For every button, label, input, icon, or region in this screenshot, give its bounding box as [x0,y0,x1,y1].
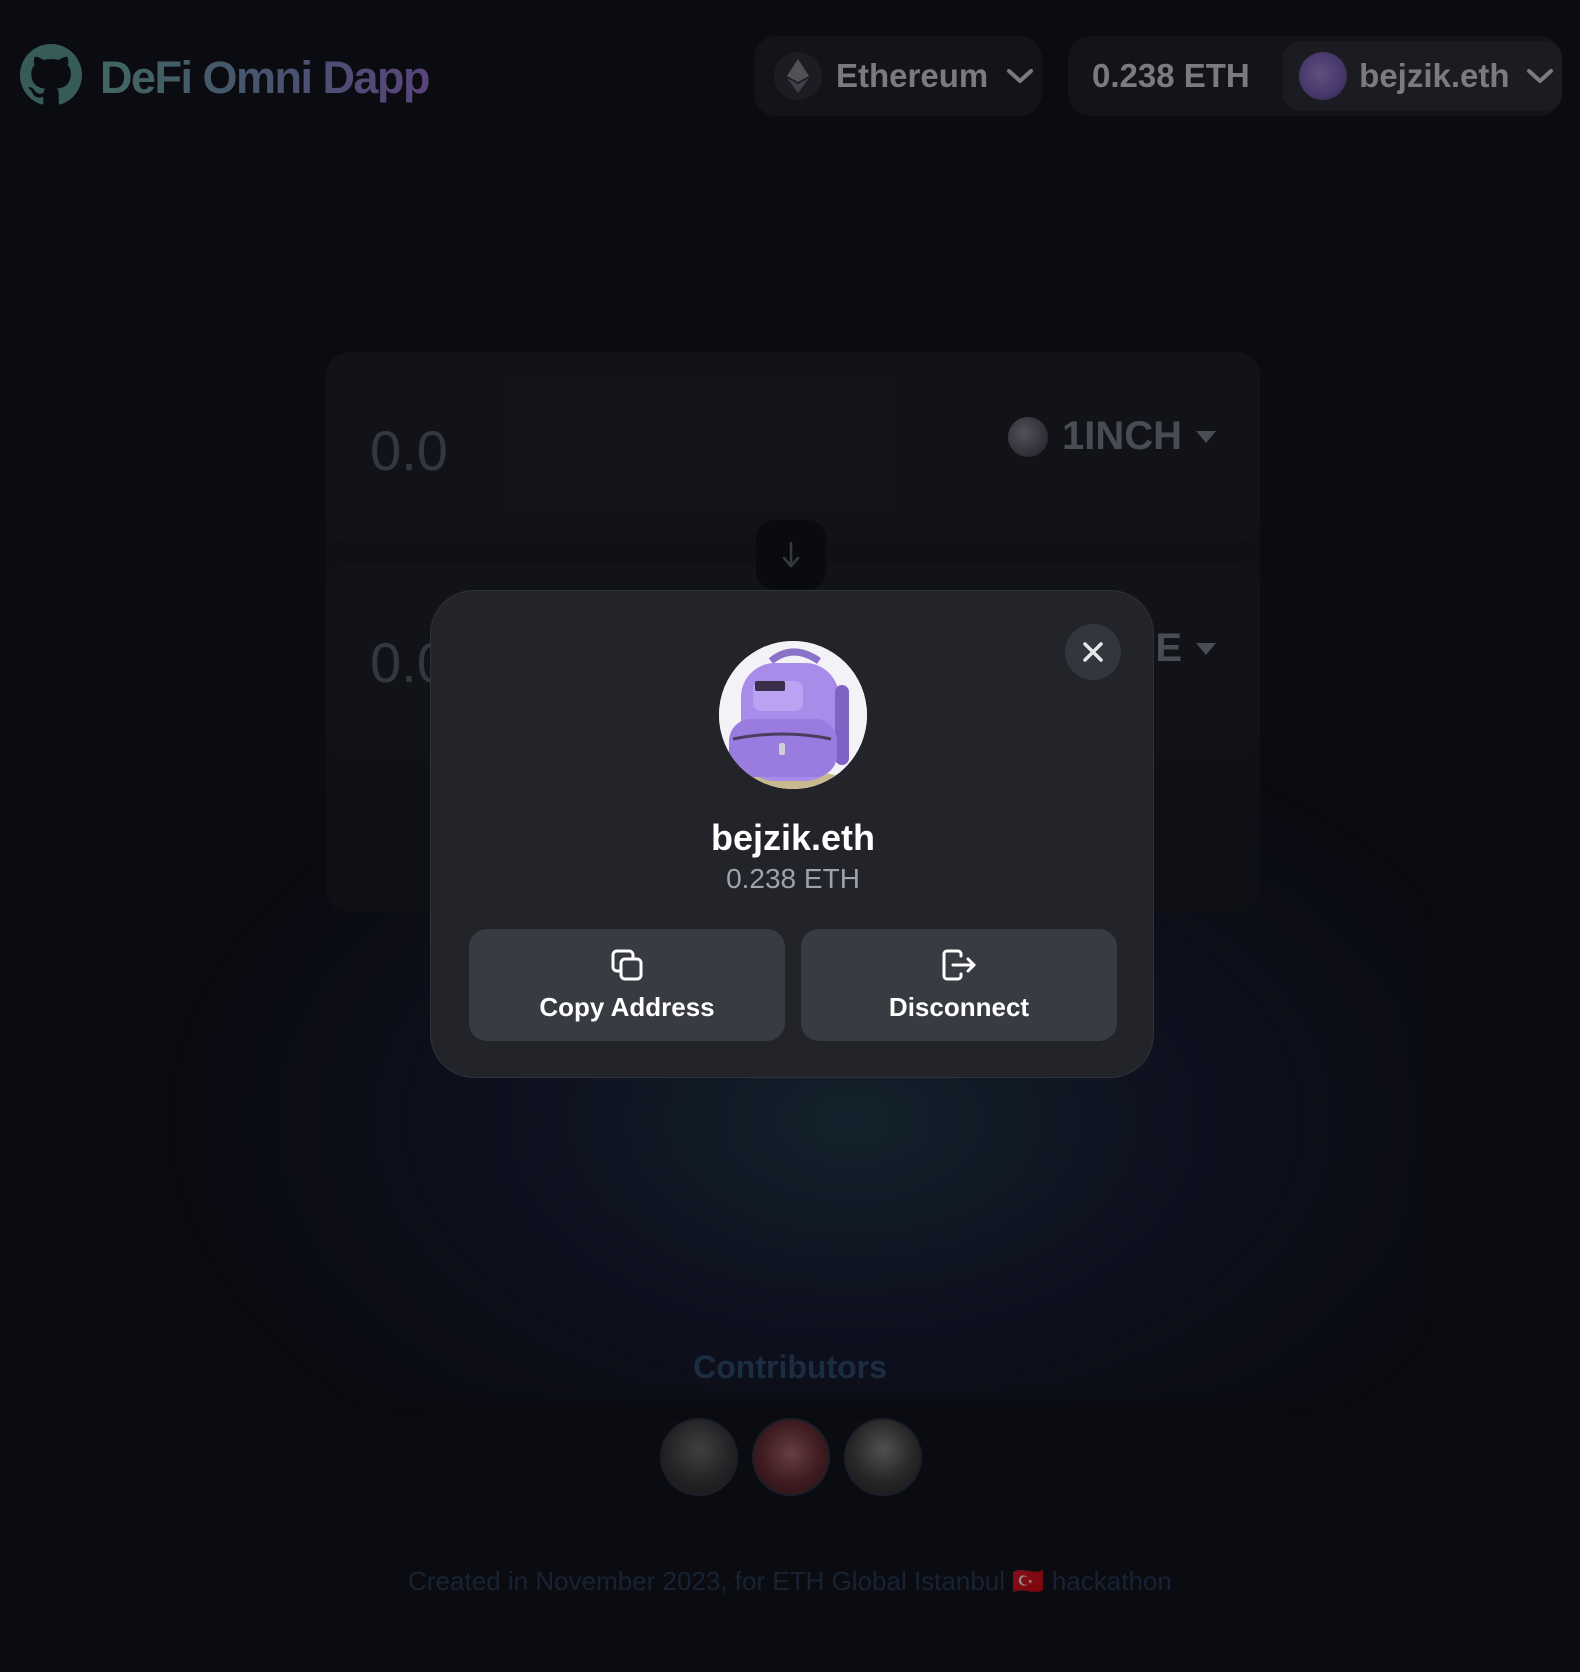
copy-address-label: Copy Address [539,991,715,1022]
copy-address-button[interactable]: Copy Address [469,929,785,1041]
copy-icon [611,949,643,980]
modal-balance: 0.238 ETH [726,863,860,894]
account-modal: bejzik.eth 0.238 ETH Copy Address Discon… [430,590,1154,1078]
backpack-avatar-icon [719,641,867,789]
disconnect-label: Disconnect [888,991,1030,1022]
close-icon [1083,642,1103,662]
logout-icon [942,949,976,980]
disconnect-button[interactable]: Disconnect [801,929,1117,1041]
close-button[interactable] [1065,624,1121,680]
modal-account-name: bejzik.eth [710,817,876,858]
